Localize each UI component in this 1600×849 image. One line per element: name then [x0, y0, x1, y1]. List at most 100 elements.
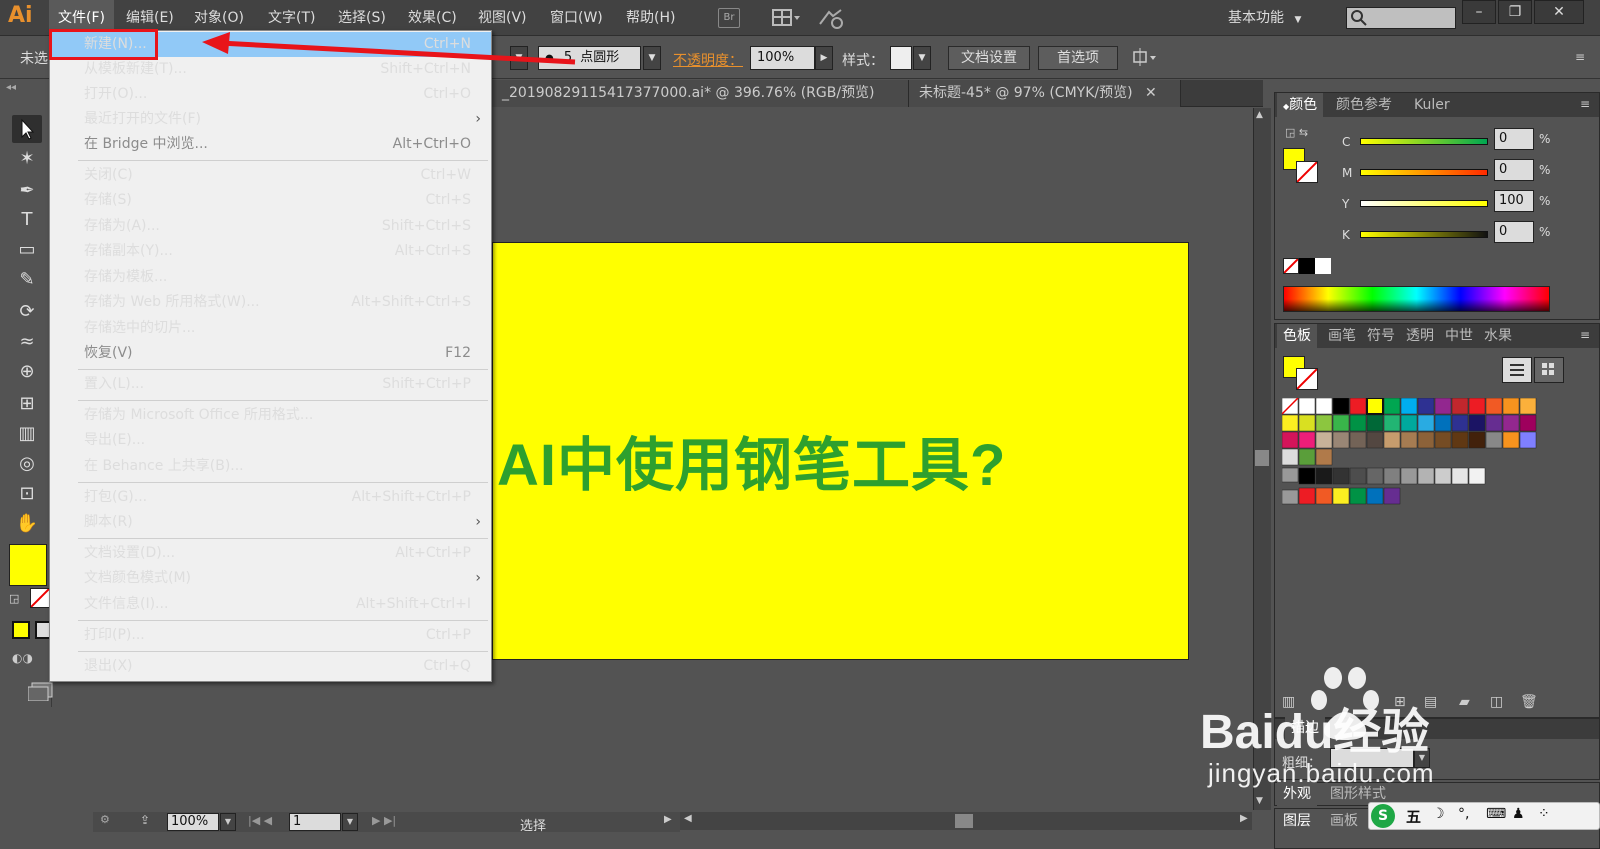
- tab-symbols[interactable]: 符号: [1361, 324, 1401, 348]
- tab-swatches[interactable]: 色板: [1277, 324, 1317, 348]
- selection-tool-icon[interactable]: [12, 115, 42, 143]
- menu-item-file-info[interactable]: 文件信息(I)... Alt+Shift+Ctrl+I: [50, 592, 491, 617]
- rectangle-tool-icon[interactable]: ▭: [12, 236, 42, 264]
- artboard-dropdown-icon[interactable]: ▼: [342, 813, 358, 831]
- style-swatch[interactable]: [890, 46, 912, 70]
- menu-item-close[interactable]: 关闭(C) Ctrl+W: [50, 163, 491, 188]
- scroll-up-icon[interactable]: ▲: [1256, 110, 1263, 120]
- swatches-panel-menu-icon[interactable]: ≡: [1580, 328, 1590, 342]
- width-tool-icon[interactable]: ≈: [12, 328, 42, 356]
- tab-document-2[interactable]: 未标题-45* @ 97% (CMYK/预览) ✕: [909, 80, 1181, 107]
- swatch-grid[interactable]: [1281, 397, 1542, 510]
- symbol-sprayer-icon[interactable]: ◎: [12, 450, 42, 478]
- menu-item-save-copy[interactable]: 存储副本(Y)... Alt+Ctrl+S: [50, 239, 491, 264]
- menu-item-open[interactable]: 打开(O)... Ctrl+O: [50, 82, 491, 107]
- menu-item-save-slices[interactable]: 存储选中的切片...: [50, 316, 491, 341]
- close-button[interactable]: ✕: [1534, 0, 1584, 24]
- tab-brushes[interactable]: 画笔: [1322, 324, 1362, 348]
- ime-logo-icon[interactable]: S: [1371, 804, 1395, 828]
- color-spectrum[interactable]: [1283, 286, 1550, 312]
- swatch-stroke-preview[interactable]: [1296, 368, 1318, 390]
- ime-toolbar[interactable]: [1368, 802, 1600, 830]
- menu-item-package[interactable]: 打包(G)... Alt+Shift+Ctrl+P: [50, 485, 491, 510]
- preferences-button[interactable]: 首选项: [1038, 46, 1118, 70]
- zoom-level-input[interactable]: 100%: [167, 813, 219, 831]
- mesh-tool-icon[interactable]: ⊞: [12, 390, 42, 418]
- ime-keyboard-icon[interactable]: ⌨: [1486, 806, 1506, 822]
- stroke-none-swatch[interactable]: [30, 588, 50, 608]
- tab-artboards[interactable]: 画板: [1324, 809, 1364, 833]
- menu-item-share-behance[interactable]: 在 Behance 上共享(B)...: [50, 454, 491, 479]
- artboard-text[interactable]: AI中使用钢笔工具?: [497, 418, 1006, 502]
- menu-item-exit[interactable]: 退出(X) Ctrl+Q: [50, 654, 491, 679]
- color-stroke-swatch[interactable]: [1296, 161, 1318, 183]
- tab-color-guide[interactable]: 颜色参考: [1330, 93, 1398, 117]
- menu-item-save-as[interactable]: 存储为(A)... Shift+Ctrl+S: [50, 214, 491, 239]
- tab-close-icon[interactable]: ✕: [1145, 85, 1157, 101]
- menu-item-scripts[interactable]: 脚本(R) ›: [50, 510, 491, 535]
- magenta-value[interactable]: 0: [1494, 159, 1534, 181]
- swap-fill-stroke-icon[interactable]: ◲ ⇆: [1285, 126, 1308, 139]
- align-options-icon[interactable]: [1132, 48, 1160, 68]
- pen-tool-icon[interactable]: ✒: [12, 177, 42, 205]
- color-panel-menu-icon[interactable]: ≡: [1580, 97, 1590, 111]
- yellow-slider[interactable]: [1360, 200, 1488, 207]
- tab-custom-2[interactable]: 水果: [1478, 324, 1518, 348]
- black-color-swatch[interactable]: [1299, 258, 1315, 274]
- share-icon[interactable]: ⇪: [140, 813, 158, 831]
- restore-button[interactable]: ❐: [1498, 0, 1532, 24]
- graph-tool-icon[interactable]: ▥: [12, 420, 42, 448]
- draw-mode-icon[interactable]: ◐◑: [12, 651, 48, 669]
- first-artboard-icon[interactable]: |◀ ◀: [248, 814, 272, 827]
- menu-item-save-for-web[interactable]: 存储为 Web 所用格式(W)... Alt+Shift+Ctrl+S: [50, 290, 491, 315]
- opacity-label[interactable]: 不透明度：: [673, 50, 743, 70]
- hand-tool-icon[interactable]: ✋: [12, 510, 42, 538]
- minimize-button[interactable]: –: [1462, 0, 1496, 24]
- workspace-switcher[interactable]: 基本功能 ▼: [1228, 0, 1301, 36]
- cyan-value[interactable]: 0: [1494, 128, 1534, 150]
- brush-dropdown-arrow[interactable]: ▼: [643, 46, 661, 70]
- style-dropdown-arrow[interactable]: ▼: [913, 46, 931, 70]
- menu-help[interactable]: 帮助(H): [617, 0, 684, 36]
- type-tool-icon[interactable]: T: [12, 206, 42, 234]
- none-color-swatch[interactable]: [1283, 258, 1299, 274]
- tab-layers[interactable]: 图层: [1277, 809, 1317, 833]
- shape-builder-icon[interactable]: ⊕: [12, 358, 42, 386]
- ime-user-icon[interactable]: ♟: [1512, 806, 1525, 822]
- color-mode-icon[interactable]: [12, 621, 30, 639]
- menu-item-save[interactable]: 存储(S) Ctrl+S: [50, 188, 491, 213]
- black-value[interactable]: 0: [1494, 221, 1534, 243]
- ime-punct-icon[interactable]: °,: [1458, 806, 1469, 822]
- vertical-scroll-thumb[interactable]: [1255, 450, 1269, 466]
- opacity-input[interactable]: 100%: [750, 46, 815, 70]
- arrange-documents-icon[interactable]: [772, 8, 802, 28]
- fill-color-swatch[interactable]: [9, 544, 47, 586]
- magic-wand-icon[interactable]: ✶: [12, 145, 42, 173]
- delete-swatch-icon[interactable]: 🗑: [1520, 694, 1538, 710]
- menu-item-color-mode[interactable]: 文档颜色模式(M) ›: [50, 566, 491, 591]
- scroll-left-icon[interactable]: ◀: [684, 813, 692, 824]
- cyan-slider[interactable]: [1360, 138, 1488, 145]
- opacity-arrow[interactable]: ▶: [815, 46, 833, 70]
- artboard-tool-icon[interactable]: ⊡: [12, 480, 42, 508]
- scroll-right-icon[interactable]: ▶: [1240, 813, 1248, 824]
- artboard-number-input[interactable]: 1: [289, 813, 341, 831]
- menu-item-save-template[interactable]: 存储为模板...: [50, 265, 491, 290]
- ime-apps-icon[interactable]: ⁘: [1538, 806, 1550, 822]
- tab-custom-1[interactable]: 中世: [1439, 324, 1479, 348]
- yellow-value[interactable]: 100: [1494, 190, 1534, 212]
- menu-item-print[interactable]: 打印(P)... Ctrl+P: [50, 623, 491, 648]
- toolbox-collapse-icon[interactable]: ◂◂: [6, 82, 16, 93]
- document-setup-button[interactable]: 文档设置: [948, 46, 1030, 70]
- search-input[interactable]: [1346, 7, 1456, 29]
- list-view-icon[interactable]: [1502, 357, 1532, 383]
- menu-item-save-office[interactable]: 存储为 Microsoft Office 所用格式...: [50, 403, 491, 428]
- tab-document-1[interactable]: _20190829115417377000.ai* @ 396.76% (RGB…: [492, 80, 909, 107]
- bridge-icon[interactable]: Br: [718, 8, 740, 28]
- black-slider[interactable]: [1360, 231, 1488, 238]
- magenta-slider[interactable]: [1360, 169, 1488, 176]
- horizontal-scroll-thumb[interactable]: [955, 814, 973, 828]
- status-menu-icon[interactable]: ⚙: [100, 813, 126, 831]
- paintbrush-tool-icon[interactable]: ✎: [12, 266, 42, 294]
- menu-item-export[interactable]: 导出(E)...: [50, 428, 491, 453]
